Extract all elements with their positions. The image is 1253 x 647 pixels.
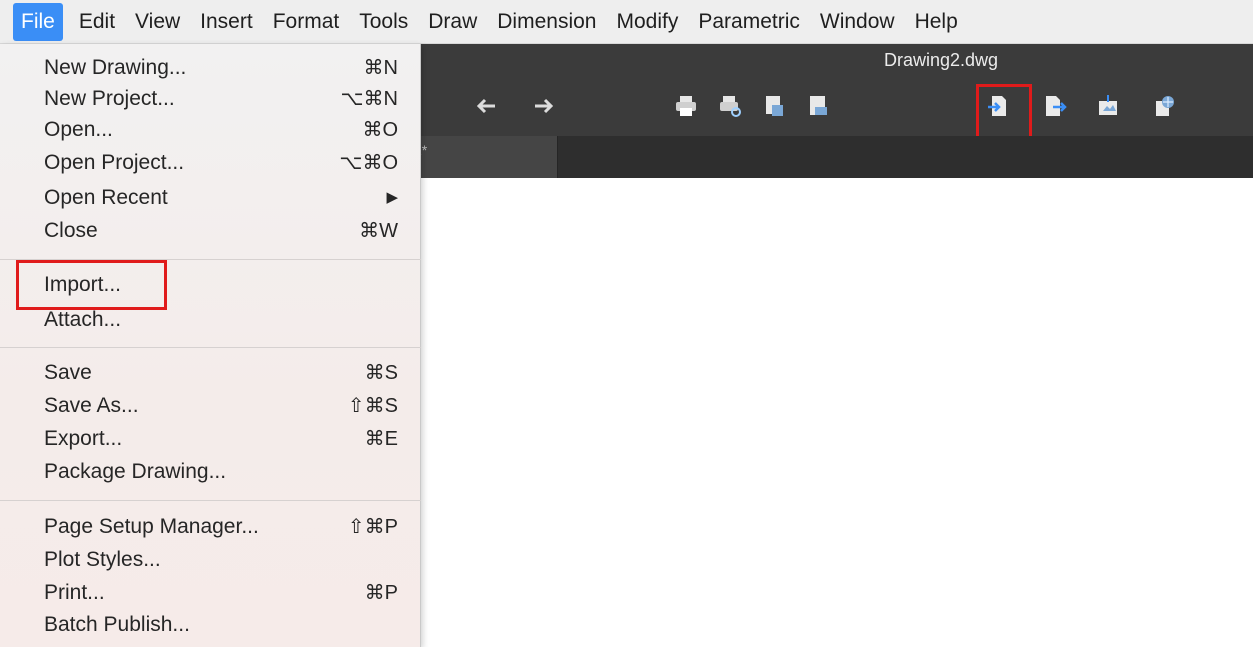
document-title: Drawing2.dwg	[884, 50, 999, 70]
menu-item-shortcut: ⌘E	[364, 428, 398, 450]
menu-draw[interactable]: Draw	[418, 3, 487, 41]
menu-item-label: Page Setup Manager...	[44, 515, 259, 538]
menu-item-plot-styles[interactable]: Plot Styles...	[44, 547, 404, 573]
menu-item-label: Print...	[44, 581, 105, 604]
submenu-arrow-icon: ▶	[386, 189, 398, 206]
menu-format[interactable]: Format	[263, 3, 350, 41]
menu-window[interactable]: Window	[810, 3, 905, 41]
menu-item-label: Batch Publish...	[44, 613, 190, 636]
menu-item-shortcut: ⌥⌘O	[339, 152, 398, 174]
publish-icon[interactable]	[1150, 92, 1178, 120]
menu-view[interactable]: View	[125, 3, 190, 41]
menu-modify[interactable]: Modify	[606, 3, 688, 41]
menu-item-label: Attach...	[44, 308, 122, 331]
menu-item-print[interactable]: Print... ⌘P	[44, 580, 404, 606]
menu-item-shortcut: ⌘P	[364, 582, 398, 604]
print-icon[interactable]	[672, 92, 700, 120]
menu-item-label: Open...	[44, 118, 113, 141]
menu-item-open-project[interactable]: Open Project... ⌥⌘O	[44, 150, 404, 176]
menu-item-new-drawing[interactable]: New Drawing... ⌘N	[44, 55, 404, 81]
plot-icon[interactable]	[804, 92, 832, 120]
attach-icon[interactable]	[1094, 92, 1122, 120]
menu-item-shortcut: ⇧⌘P	[347, 516, 398, 538]
menu-item-new-project[interactable]: New Project... ⌥⌘N	[44, 86, 404, 112]
menu-item-label: Close	[44, 219, 98, 242]
menu-item-label: Plot Styles...	[44, 548, 161, 571]
menu-separator	[0, 500, 421, 501]
import-item-highlight	[16, 260, 167, 310]
menu-item-page-setup-manager[interactable]: Page Setup Manager... ⇧⌘P	[44, 514, 404, 540]
menu-item-label: Export...	[44, 427, 123, 450]
menu-dimension[interactable]: Dimension	[487, 3, 606, 41]
menu-insert[interactable]: Insert	[190, 3, 263, 41]
import-icon-highlight	[976, 84, 1032, 140]
menu-item-shortcut: ⌘O	[362, 119, 398, 141]
undo-icon[interactable]	[474, 92, 502, 120]
print-preview-icon[interactable]	[716, 92, 744, 120]
menu-item-label: New Drawing...	[44, 56, 187, 79]
menu-item-label: Save As...	[44, 394, 139, 417]
menu-item-export[interactable]: Export... ⌘E	[44, 426, 404, 452]
menu-item-open-recent[interactable]: Open Recent ▶	[44, 185, 404, 211]
menu-edit[interactable]: Edit	[69, 3, 125, 41]
menu-item-label: Open Project...	[44, 151, 185, 174]
menu-parametric[interactable]: Parametric	[688, 3, 810, 41]
export-icon[interactable]	[1040, 92, 1068, 120]
menu-tools[interactable]: Tools	[349, 3, 418, 41]
page-setup-icon[interactable]	[760, 92, 788, 120]
menu-help[interactable]: Help	[905, 3, 968, 41]
menu-bar: File Edit View Insert Format Tools Draw …	[0, 0, 1253, 44]
menu-item-batch-publish[interactable]: Batch Publish...	[44, 612, 404, 638]
menu-item-shortcut: ⌥⌘N	[340, 88, 399, 110]
menu-item-shortcut: ⌘S	[364, 362, 398, 384]
menu-item-open[interactable]: Open... ⌘O	[44, 117, 404, 143]
menu-separator	[0, 347, 421, 348]
menu-item-shortcut: ⌘W	[359, 220, 398, 242]
redo-icon[interactable]	[528, 92, 556, 120]
menu-item-label: Save	[44, 361, 92, 384]
app-window: File Edit View Insert Format Tools Draw …	[0, 0, 1253, 647]
menu-item-label: New Project...	[44, 87, 175, 110]
menu-item-label: Open Recent	[44, 186, 168, 209]
menu-item-close[interactable]: Close ⌘W	[44, 218, 404, 244]
menu-item-save-as[interactable]: Save As... ⇧⌘S	[44, 393, 404, 419]
menu-item-shortcut: ⌘N	[363, 57, 398, 79]
menu-file[interactable]: File	[13, 2, 63, 41]
menu-item-save[interactable]: Save ⌘S	[44, 360, 404, 386]
menu-item-package-drawing[interactable]: Package Drawing...	[44, 459, 404, 485]
file-menu-dropdown: New Drawing... ⌘N New Project... ⌥⌘N Ope…	[0, 44, 421, 647]
menu-item-label: Package Drawing...	[44, 460, 227, 483]
document-tab[interactable]: 2*	[410, 136, 558, 178]
menu-item-shortcut: ⇧⌘S	[347, 395, 398, 417]
menu-item-attach[interactable]: Attach...	[44, 307, 404, 333]
